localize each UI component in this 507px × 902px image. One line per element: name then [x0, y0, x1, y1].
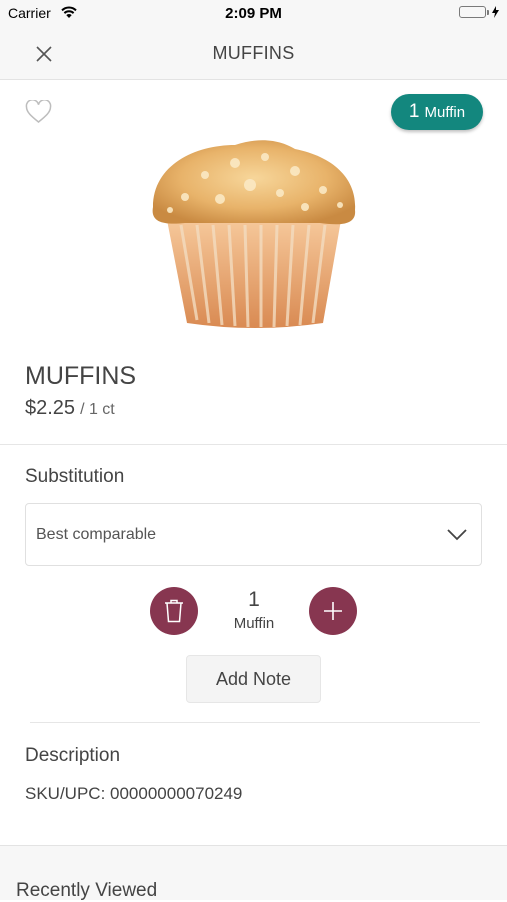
description-heading: Description	[25, 745, 121, 766]
status-bar: Carrier 2:09 PM	[0, 0, 507, 28]
product-name: MUFFINS	[25, 362, 137, 390]
plus-icon	[324, 602, 342, 620]
add-item-button[interactable]	[309, 587, 357, 635]
substitution-selected-value: Best comparable	[36, 525, 157, 543]
add-note-button[interactable]: Add Note	[186, 655, 321, 703]
cart-badge-quantity: 1	[408, 101, 420, 122]
product-price-row: $2.25 / 1 ct	[25, 397, 115, 420]
trash-icon	[165, 599, 183, 623]
status-time: 2:09 PM	[225, 5, 282, 22]
cart-badge-unit: Muffin	[424, 103, 466, 121]
substitution-heading: Substitution	[25, 466, 125, 487]
divider	[30, 722, 480, 723]
favorite-button[interactable]	[25, 99, 53, 126]
quantity-readout: 1 Muffin	[214, 588, 294, 632]
battery-icon	[459, 6, 486, 18]
divider	[0, 444, 507, 445]
product-price: $2.25	[25, 397, 76, 419]
recently-viewed-heading: Recently Viewed	[16, 880, 158, 901]
cart-quantity-badge[interactable]: 1 Muffin	[391, 94, 483, 130]
heart-outline-icon	[25, 99, 52, 123]
nav-bar: MUFFINS	[0, 28, 507, 80]
substitution-select[interactable]: Best comparable	[25, 503, 482, 566]
product-image	[145, 135, 365, 335]
battery-indicator	[459, 6, 499, 18]
quantity-value: 1	[248, 588, 260, 611]
chevron-down-icon	[447, 528, 467, 540]
nav-title: MUFFINS	[212, 43, 295, 63]
product-price-unit: / 1 ct	[80, 401, 115, 418]
bolt-icon	[492, 6, 499, 18]
remove-item-button[interactable]	[150, 587, 198, 635]
quantity-unit: Muffin	[233, 615, 275, 632]
sku-text: SKU/UPC: 00000000070249	[25, 784, 243, 803]
